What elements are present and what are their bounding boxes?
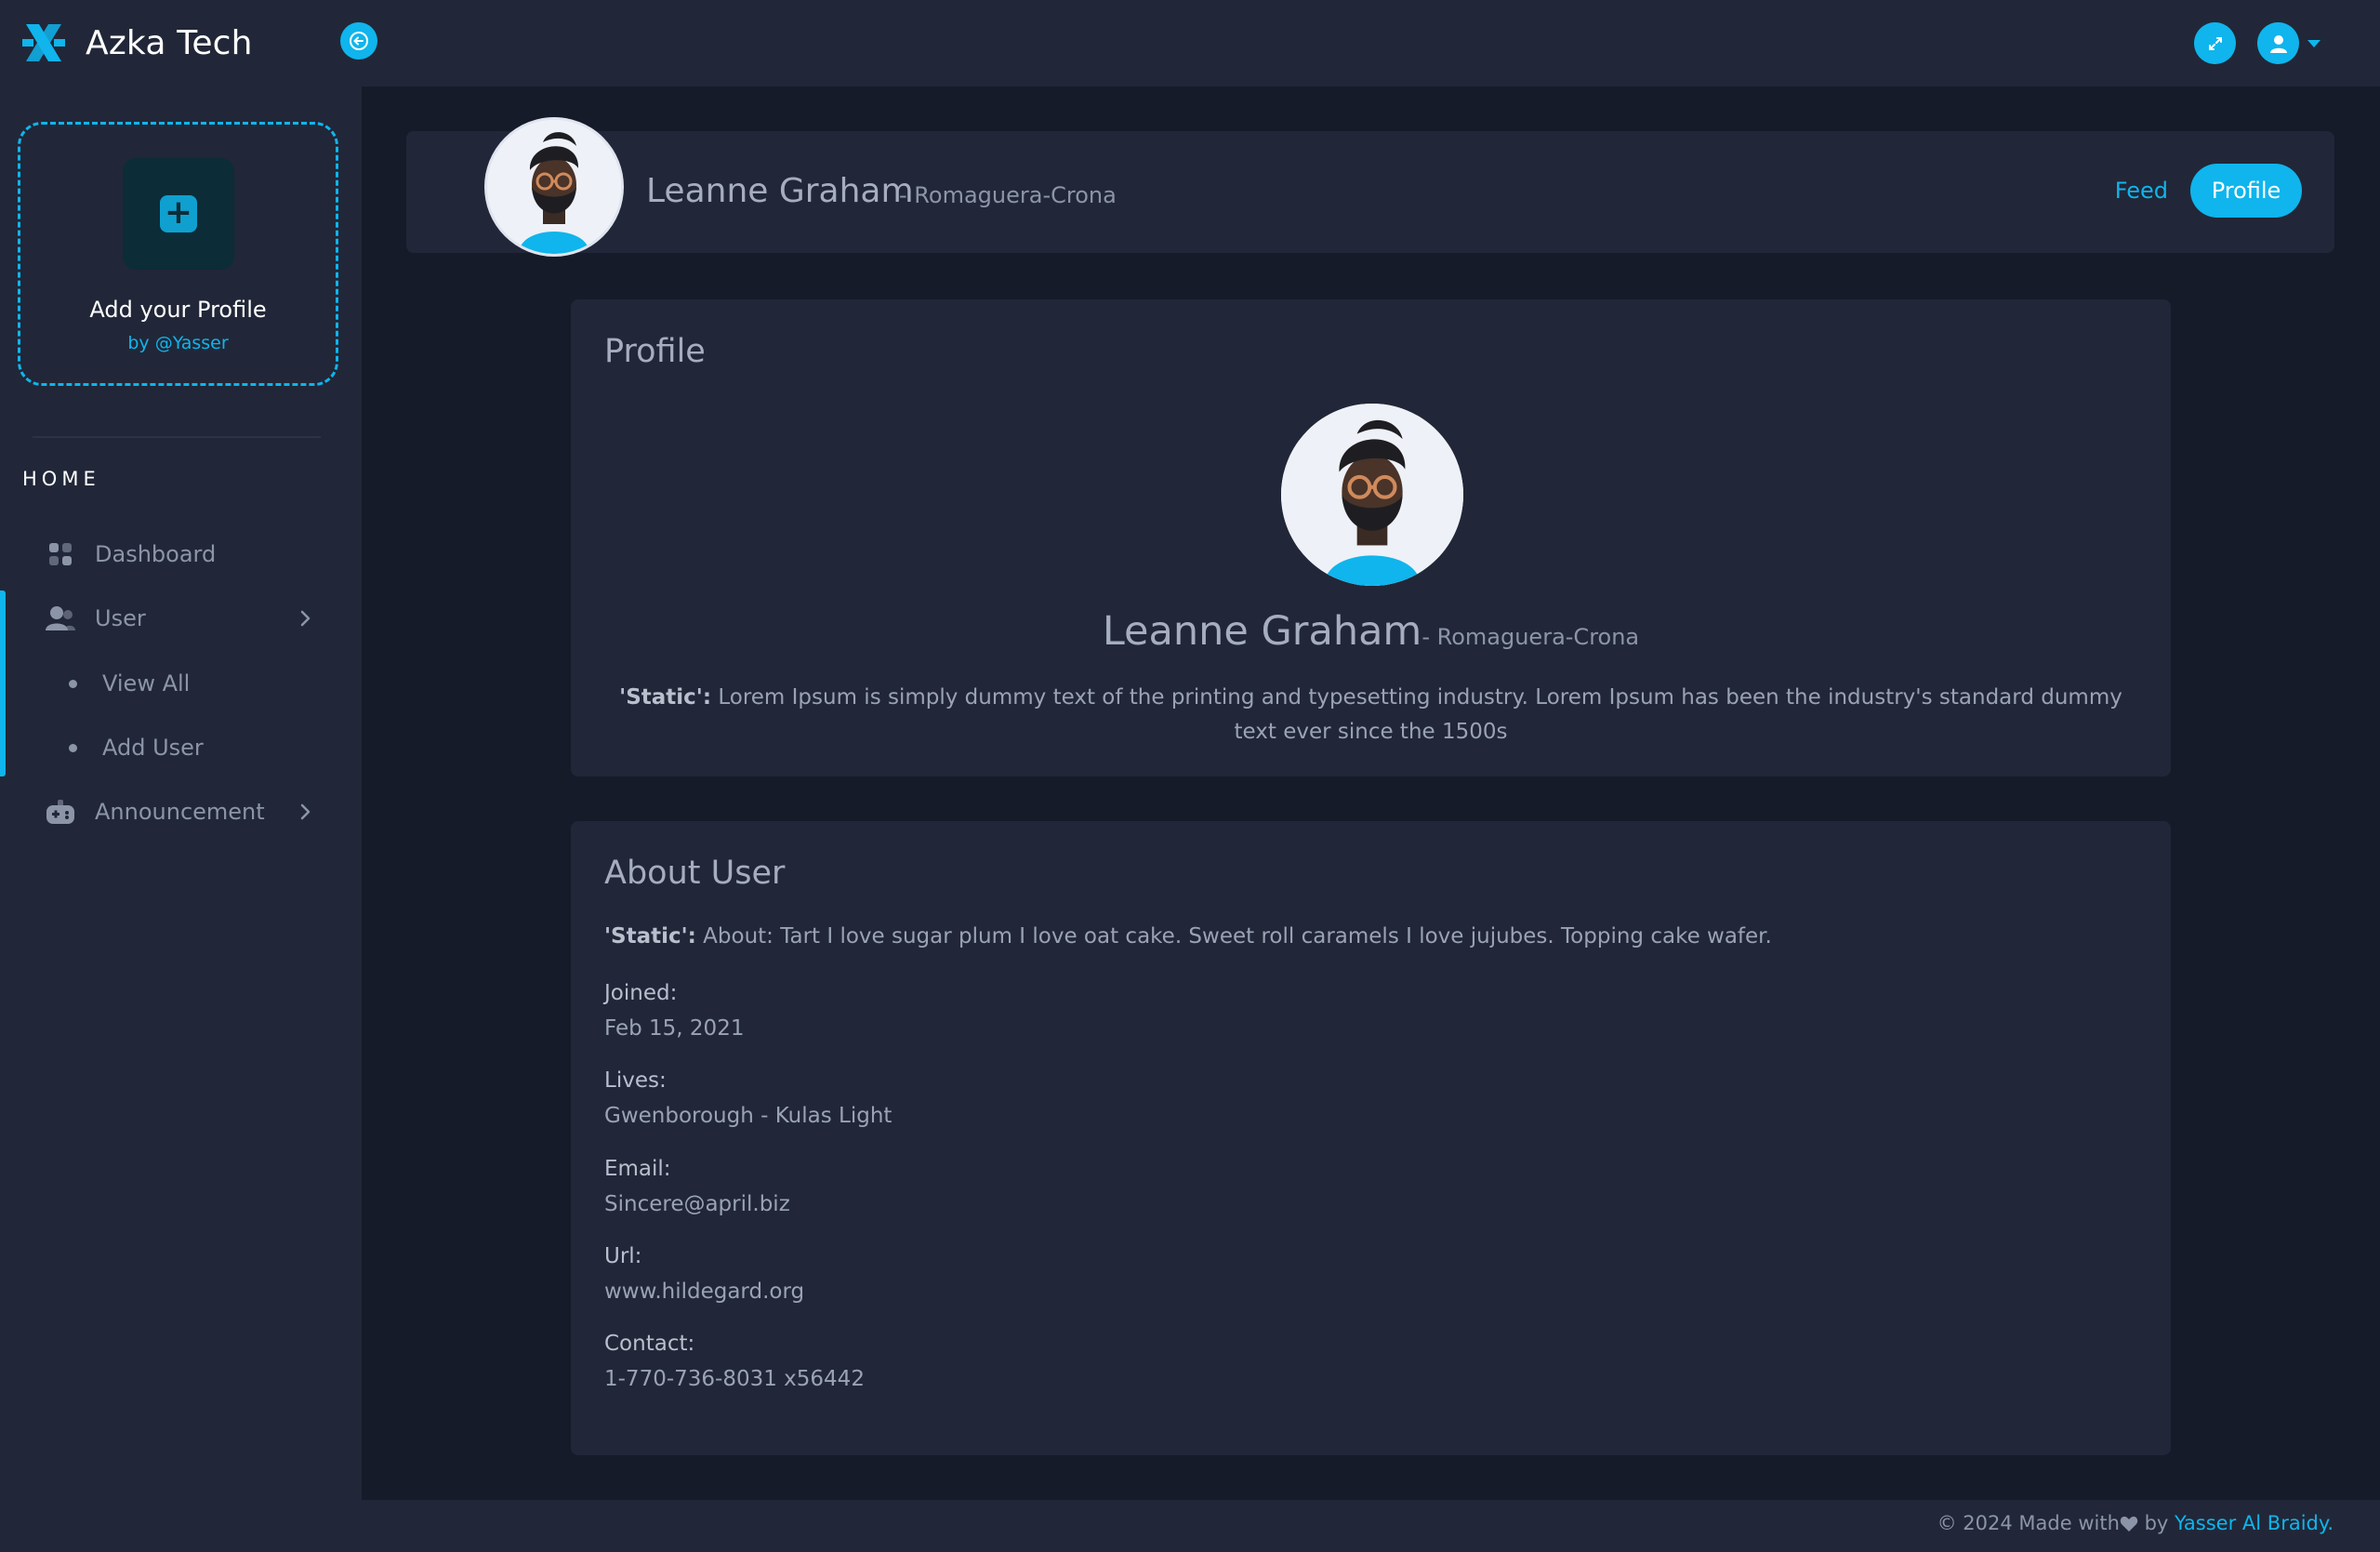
main-content: Leanne Graham - Romaguera-Crona Feed Pro…	[362, 86, 2380, 1500]
info-joined: Joined: Feb 15, 2021	[604, 981, 744, 1041]
info-label: Lives:	[604, 1068, 667, 1093]
sidebar-item-view-all[interactable]: View All	[0, 656, 362, 711]
footer-prefix: © 2024 Made with	[1937, 1512, 2120, 1534]
heart-icon	[2120, 1516, 2138, 1532]
about-static-tag: 'Static':	[604, 924, 696, 948]
info-label: Contact:	[604, 1332, 695, 1356]
footer-author-link[interactable]: Yasser Al Braidy	[2175, 1512, 2327, 1534]
info-value: Feb 15, 2021	[604, 1016, 745, 1041]
bio-static-tag: 'Static':	[619, 685, 712, 710]
info-value[interactable]: Sincere@april.biz	[604, 1192, 790, 1216]
brand-logo-icon	[22, 24, 65, 61]
header-company: - Romaguera-Crona	[899, 182, 1117, 208]
sidebar-item-label: User	[95, 605, 146, 631]
about-text: 'Static': About: Tart I love sugar plum …	[604, 924, 1772, 948]
app-root: Azka Tech + Add your Profile by @Yasser …	[0, 0, 2380, 1552]
sidebar-collapse-button[interactable]	[340, 22, 377, 60]
sidebar-item-user[interactable]: User	[0, 590, 362, 646]
avatar-illustration	[487, 120, 621, 254]
bio-text: Lorem Ipsum is simply dummy text of the …	[711, 685, 2122, 744]
expand-icon	[2208, 36, 2222, 50]
brand-name: Azka Tech	[86, 23, 253, 62]
info-url: Url: www.hildegard.org	[604, 1244, 804, 1304]
bullet-icon	[69, 679, 77, 688]
arrow-left-icon	[350, 32, 368, 50]
profile-company: - Romaguera-Crona	[1421, 624, 1640, 650]
sidebar-item-label: Announcement	[95, 799, 265, 825]
profile-bio: 'Static': Lorem Ipsum is simply dummy te…	[604, 681, 2137, 749]
header-user-name: Leanne Graham	[646, 172, 914, 210]
add-profile-subtitle: by @Yasser	[127, 333, 229, 353]
about-body: About: Tart I love sugar plum I love oat…	[695, 924, 1772, 948]
sidebar-item-label: Add User	[102, 735, 204, 761]
footer-suffix: .	[2327, 1512, 2334, 1534]
sidebar: + Add your Profile by @Yasser HOME Dashb…	[0, 86, 362, 1552]
fullscreen-button[interactable]	[2194, 22, 2236, 64]
bullet-icon	[69, 743, 77, 752]
sidebar-item-label: Dashboard	[95, 541, 217, 567]
users-icon	[46, 604, 75, 633]
chevron-right-icon	[300, 610, 311, 627]
tab-feed[interactable]: Feed	[2093, 178, 2190, 204]
add-profile-card[interactable]: + Add your Profile by @Yasser	[18, 122, 338, 386]
profile-avatar	[1281, 404, 1463, 586]
chevron-down-icon	[2307, 39, 2320, 47]
avatar-illustration	[1281, 404, 1463, 586]
profile-tabs: Feed Profile	[2093, 164, 2302, 218]
footer: © 2024 Made with by Yasser Al Braidy.	[362, 1500, 2380, 1552]
profile-name: Leanne Graham	[1102, 608, 1422, 655]
gamepad-icon	[46, 797, 75, 827]
profile-card: Profile Leanne Graham- Romaguera-Crona '…	[571, 299, 2171, 776]
info-label: Joined:	[604, 981, 678, 1005]
info-lives: Lives: Gwenborough - Kulas Light	[604, 1068, 892, 1128]
about-card-title: About User	[604, 855, 786, 892]
sidebar-divider	[33, 436, 321, 438]
sidebar-item-announcement[interactable]: Announcement	[0, 784, 362, 840]
plus-icon: +	[160, 195, 197, 232]
avatar	[484, 117, 624, 257]
sidebar-item-dashboard[interactable]: Dashboard	[0, 526, 362, 582]
about-user-card: About User 'Static': About: Tart I love …	[571, 821, 2171, 1455]
user-avatar-button[interactable]	[2257, 22, 2299, 64]
footer-by: by	[2137, 1512, 2175, 1534]
profile-card-title: Profile	[604, 333, 706, 370]
info-value[interactable]: www.hildegard.org	[604, 1280, 804, 1304]
dashboard-grid-icon	[46, 539, 75, 569]
info-contact: Contact: 1-770-736-8031 x56442	[604, 1332, 865, 1391]
info-label: Email:	[604, 1157, 671, 1181]
sidebar-item-add-user[interactable]: Add User	[0, 720, 362, 776]
add-profile-title: Add your Profile	[89, 297, 267, 323]
top-bar: Azka Tech	[0, 0, 2380, 86]
tab-profile[interactable]: Profile	[2190, 164, 2302, 218]
profile-header-card: Leanne Graham - Romaguera-Crona Feed Pro…	[406, 117, 2334, 257]
info-value: 1-770-736-8031 x56442	[604, 1367, 865, 1391]
brand[interactable]: Azka Tech	[20, 19, 253, 67]
add-profile-icon-box: +	[123, 158, 234, 270]
sidebar-section-title: HOME	[22, 468, 100, 490]
user-icon	[2269, 34, 2287, 53]
user-menu[interactable]	[2257, 22, 2320, 64]
sidebar-item-label: View All	[102, 670, 191, 696]
footer-text: © 2024 Made with by Yasser Al Braidy.	[1937, 1512, 2334, 1534]
chevron-right-icon	[300, 803, 311, 820]
info-value: Gwenborough - Kulas Light	[604, 1104, 892, 1128]
profile-name-row: Leanne Graham- Romaguera-Crona	[571, 608, 2171, 655]
info-email: Email: Sincere@april.biz	[604, 1157, 790, 1216]
info-label: Url:	[604, 1244, 642, 1268]
